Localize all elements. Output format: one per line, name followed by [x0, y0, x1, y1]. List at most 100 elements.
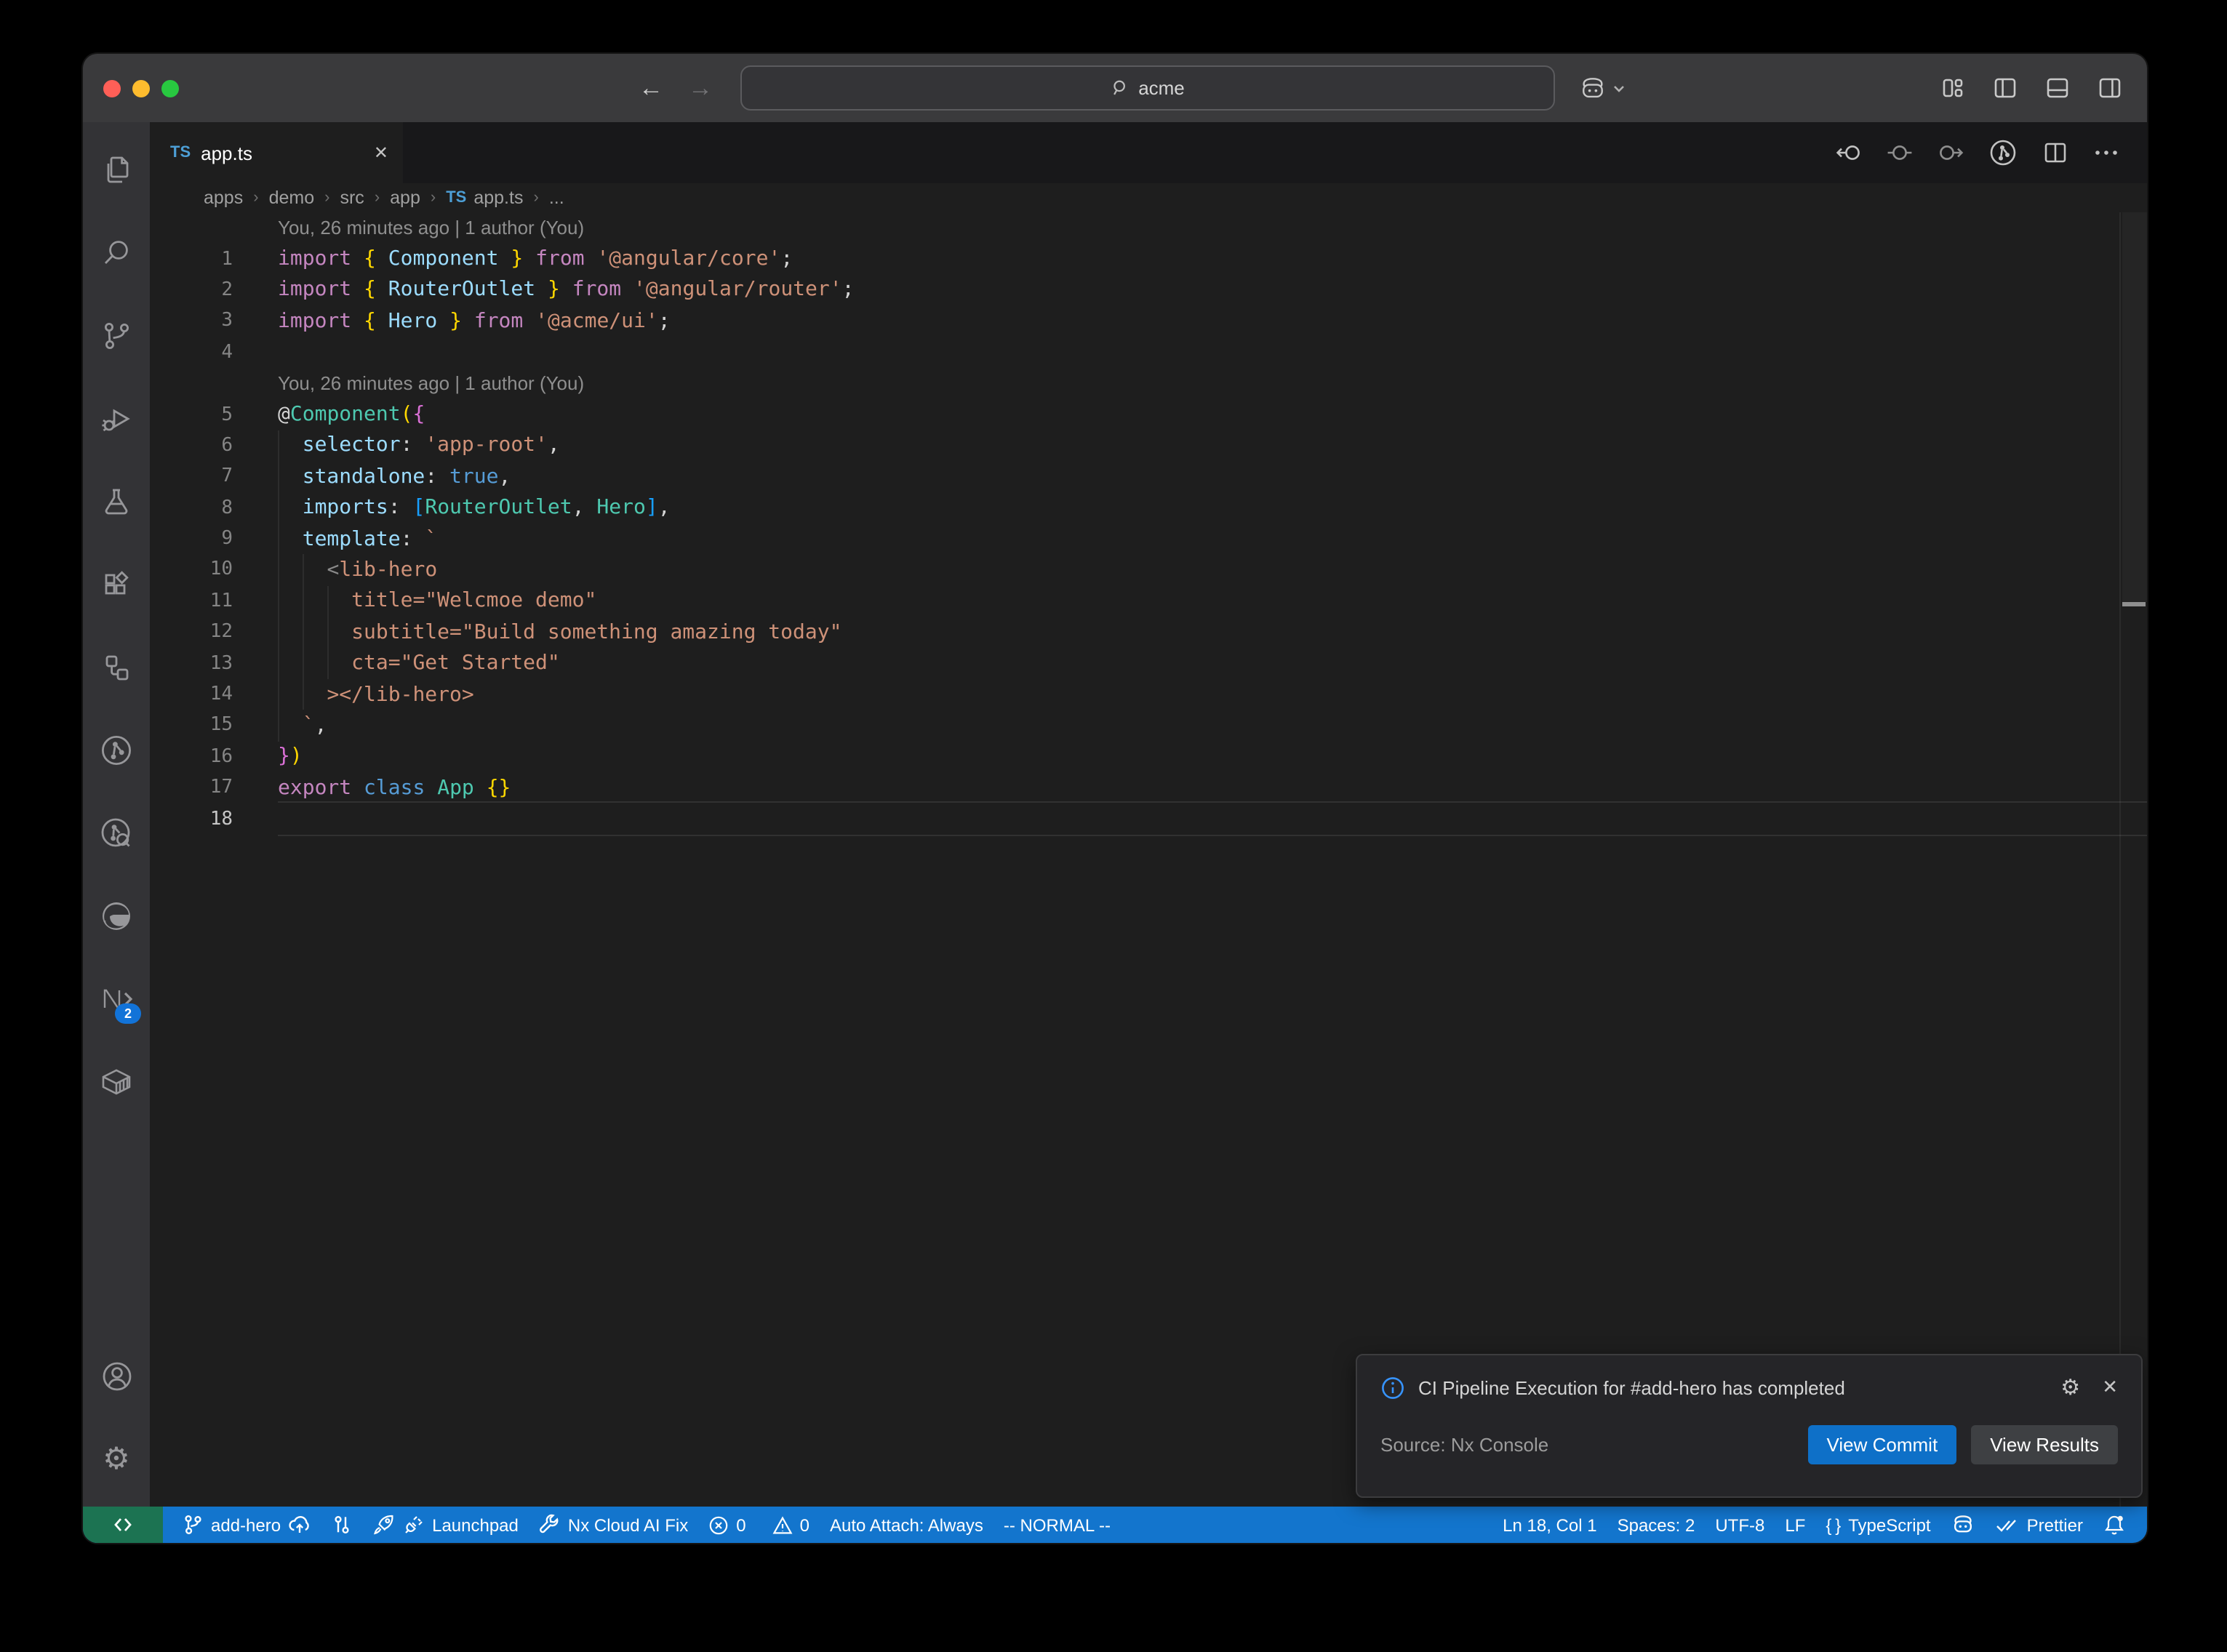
account-icon — [98, 1358, 135, 1395]
search-value: acme — [1138, 77, 1185, 99]
sidebar-item-gitlens-inspect[interactable] — [83, 791, 150, 874]
command-center-search[interactable]: acme — [740, 65, 1555, 111]
rocket-icon — [372, 1513, 396, 1536]
sidebar-item-edge-devtools[interactable] — [83, 874, 150, 957]
sidebar-item-extensions[interactable] — [83, 542, 150, 625]
remote-indicator[interactable] — [83, 1507, 163, 1543]
accounts-button[interactable] — [83, 1335, 150, 1418]
extensions-icon — [99, 566, 134, 601]
code-row[interactable]: 14 ></lib-hero> — [150, 679, 2147, 710]
code-row[interactable]: 13 cta="Get Started" — [150, 648, 2147, 679]
breadcrumb-item[interactable]: apps — [204, 188, 243, 208]
tab-close-icon[interactable]: ✕ — [374, 143, 388, 163]
more-actions-icon[interactable] — [2092, 138, 2121, 167]
code-row[interactable]: 3import { Hero } from '@acme/ui'; — [150, 305, 2147, 337]
eol-status[interactable]: LF — [1775, 1507, 1815, 1543]
traffic-lights — [103, 54, 179, 122]
vim-mode-status[interactable]: -- NORMAL -- — [993, 1507, 1121, 1543]
tab-app-ts[interactable]: TS app.ts ✕ — [150, 122, 403, 183]
code-row[interactable]: 6 selector: 'app-root', — [150, 430, 2147, 461]
breadcrumb-tail[interactable]: ... — [549, 188, 564, 208]
code-row[interactable]: 2import { RouterOutlet } from '@angular/… — [150, 275, 2147, 306]
language-mode-status[interactable]: { } TypeScript — [1815, 1507, 1940, 1543]
chevron-down-icon[interactable] — [1612, 81, 1626, 95]
sidebar-item-source-control[interactable] — [83, 294, 150, 377]
sidebar-item-gitlens[interactable] — [83, 708, 150, 791]
breadcrumb-file[interactable]: TSapp.ts — [446, 188, 523, 208]
commit-graph-icon[interactable] — [1987, 137, 2019, 169]
sidebar-item-nx-console[interactable]: 2 — [83, 957, 150, 1040]
view-commit-button[interactable]: View Commit — [1808, 1425, 1957, 1464]
sidebar-item-search[interactable] — [83, 211, 150, 294]
toggle-secondary-sidebar-icon[interactable] — [2096, 74, 2124, 102]
line-number: 11 — [150, 590, 233, 612]
open-changes-icon[interactable] — [1885, 138, 1914, 167]
view-results-button[interactable]: View Results — [1971, 1425, 2118, 1464]
sidebar-item-explorer[interactable] — [83, 128, 150, 211]
notifications-status[interactable] — [2093, 1507, 2135, 1543]
chevron-right-icon: › — [375, 189, 380, 206]
launchpad-status[interactable]: Launchpad — [362, 1507, 529, 1543]
titlebar: ← → acme — [83, 54, 2147, 122]
code-row[interactable]: 4 — [150, 337, 2147, 368]
sidebar-item-hierarchy[interactable] — [83, 625, 150, 708]
commit-compare-status[interactable] — [321, 1507, 362, 1543]
navigate-back-icon[interactable]: ← — [639, 73, 663, 103]
navigate-forward-icon[interactable]: → — [688, 73, 713, 103]
split-editor-icon[interactable] — [2041, 138, 2070, 167]
blame-annotation-row[interactable]: You, 26 minutes ago | 1 author (You) — [150, 212, 2147, 244]
code-row[interactable]: 11 title="Welcmoe demo" — [150, 585, 2147, 617]
code-row[interactable]: 16}) — [150, 741, 2147, 772]
blame-annotation-row[interactable]: You, 26 minutes ago | 1 author (You) — [150, 368, 2147, 399]
copilot-status[interactable] — [1941, 1507, 1986, 1543]
encoding-status[interactable]: UTF-8 — [1705, 1507, 1775, 1543]
auto-attach-status[interactable]: Auto Attach: Always — [820, 1507, 993, 1543]
bell-icon — [2103, 1514, 2125, 1536]
previous-change-icon[interactable] — [1834, 138, 1863, 167]
code-row[interactable]: 1import { Component } from '@angular/cor… — [150, 244, 2147, 275]
copilot-icon[interactable] — [1578, 73, 1607, 103]
sidebar-item-run-debug[interactable] — [83, 377, 150, 460]
notification-close-icon[interactable]: ✕ — [2102, 1376, 2118, 1399]
breadcrumb-item[interactable]: src — [340, 188, 364, 208]
toggle-panel-icon[interactable] — [2044, 74, 2071, 102]
minimize-window-button[interactable] — [132, 79, 150, 97]
cursor-position-status[interactable]: Ln 18, Col 1 — [1492, 1507, 1607, 1543]
indentation-status[interactable]: Spaces: 2 — [1607, 1507, 1706, 1543]
code-line-content: }) — [278, 741, 2147, 772]
sidebar-item-containers[interactable] — [83, 1040, 150, 1123]
code-row[interactable]: 12 subtitle="Build something amazing tod… — [150, 617, 2147, 648]
code-row[interactable]: 5@Component({ — [150, 399, 2147, 430]
editor-scrollbar[interactable] — [2119, 212, 2147, 1507]
git-branch-status[interactable]: add-hero — [172, 1507, 321, 1543]
code-row[interactable]: 15 `, — [150, 710, 2147, 742]
code-row[interactable]: 18 — [150, 803, 2147, 835]
breadcrumb-item[interactable]: app — [390, 188, 420, 208]
close-window-button[interactable] — [103, 79, 121, 97]
breadcrumb-item[interactable]: demo — [269, 188, 315, 208]
code-row[interactable]: 9 template: ` — [150, 524, 2147, 555]
edge-devtools-icon — [97, 897, 135, 934]
next-change-icon[interactable] — [1936, 138, 1965, 167]
zoom-window-button[interactable] — [161, 79, 179, 97]
formatter-status[interactable]: Prettier — [1986, 1507, 2093, 1543]
double-check-icon — [1996, 1515, 2020, 1534]
wrench-icon — [539, 1514, 561, 1536]
code-row[interactable]: 17export class App {} — [150, 772, 2147, 803]
line-number: 1 — [150, 248, 233, 270]
code-lines[interactable]: You, 26 minutes ago | 1 author (You)1imp… — [150, 212, 2147, 1507]
customize-layout-icon[interactable] — [1939, 74, 1967, 102]
code-row[interactable]: 7 standalone: true, — [150, 461, 2147, 492]
problems-status[interactable]: 0 0 — [698, 1507, 820, 1543]
sidebar-item-testing[interactable] — [83, 460, 150, 542]
commit-compare-icon — [332, 1514, 352, 1536]
settings-button[interactable]: ⚙ — [83, 1418, 150, 1501]
gear-icon: ⚙ — [103, 1444, 130, 1475]
scrollbar-thumb[interactable] — [2122, 212, 2147, 602]
code-row[interactable]: 8 imports: [RouterOutlet, Hero], — [150, 492, 2147, 524]
search-icon — [1111, 79, 1130, 97]
notification-settings-icon[interactable]: ⚙ — [2060, 1374, 2080, 1400]
toggle-primary-sidebar-icon[interactable] — [1991, 74, 2019, 102]
code-row[interactable]: 10 <lib-hero — [150, 555, 2147, 586]
nx-cloud-fix-status[interactable]: Nx Cloud AI Fix — [529, 1507, 698, 1543]
